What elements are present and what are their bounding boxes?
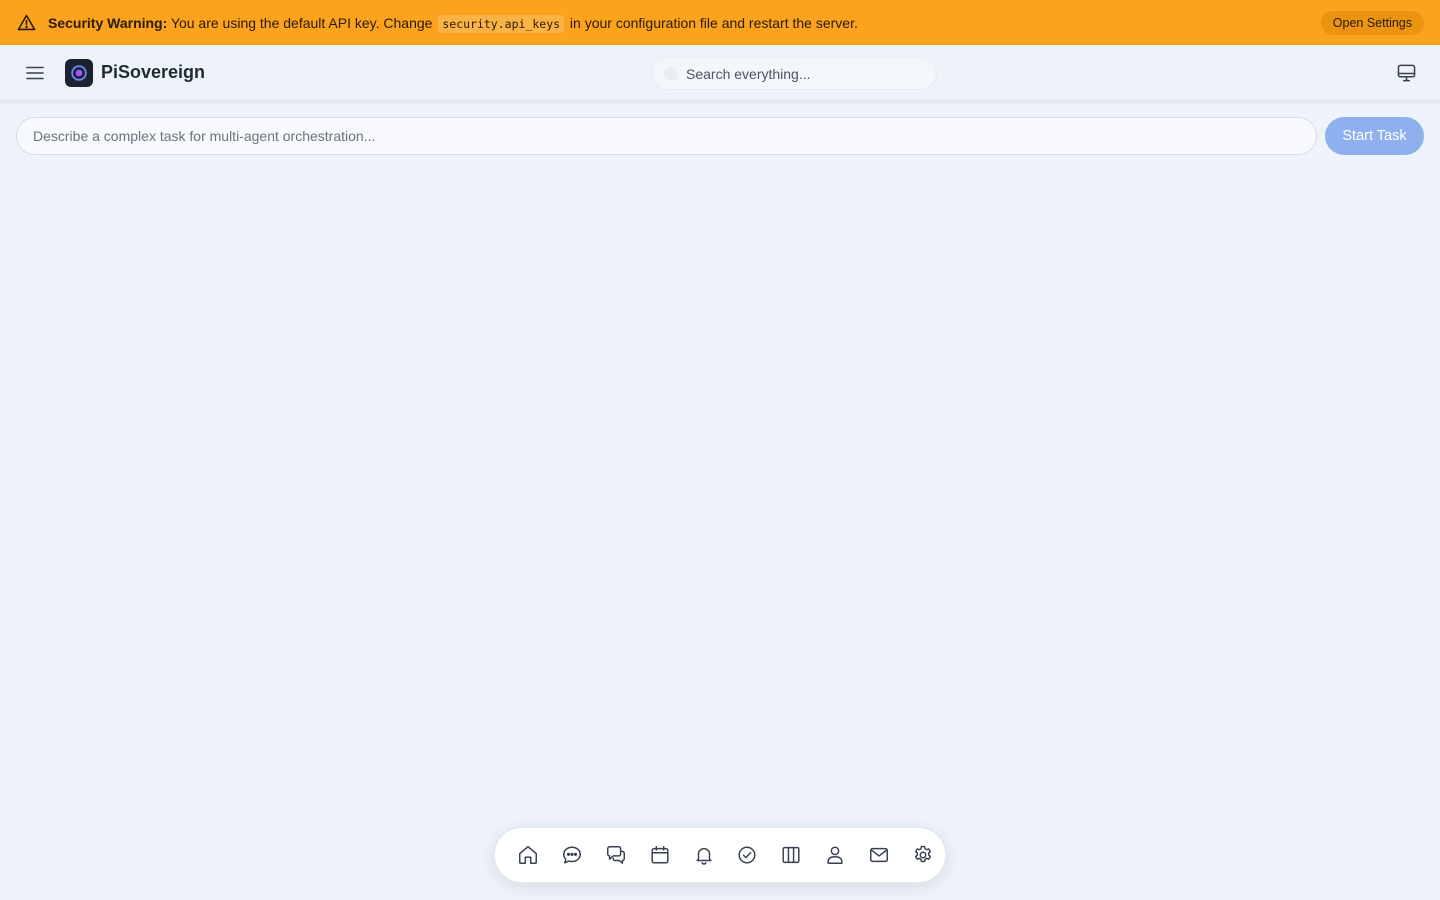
dock-settings[interactable]	[901, 833, 945, 877]
bell-icon	[695, 847, 712, 865]
dock-profile[interactable]	[813, 833, 857, 877]
mail-icon	[870, 847, 889, 863]
bottom-dock	[494, 827, 946, 883]
warning-title: Security Warning:	[48, 14, 168, 31]
brand-name: PiSovereign	[101, 62, 206, 82]
columns-icon	[782, 846, 800, 864]
gear-icon	[915, 845, 932, 863]
calendar-icon	[651, 846, 669, 864]
monitor-icon	[1397, 64, 1415, 82]
check-circle-icon	[738, 846, 757, 864]
app-logo	[65, 58, 93, 87]
dock-conversations[interactable]	[594, 833, 638, 877]
display-mode-button[interactable]	[1394, 61, 1418, 85]
chat-icon	[562, 846, 581, 864]
config-key-code: security.api_keys	[438, 14, 565, 33]
dock-mail[interactable]	[857, 833, 901, 877]
dock-home[interactable]	[506, 833, 550, 877]
warning-message: Security Warning: You are using the defa…	[48, 14, 1321, 33]
warning-text-after: in your configuration file and restart t…	[566, 14, 858, 31]
warning-text-before: You are using the default API key. Chang…	[167, 14, 437, 31]
dock-notifications[interactable]	[682, 833, 726, 877]
start-task-button[interactable]: Start Task	[1325, 117, 1424, 155]
home-icon	[518, 846, 537, 864]
warning-triangle-icon	[16, 13, 36, 33]
logo-icon	[71, 64, 87, 81]
open-settings-button[interactable]: Open Settings	[1320, 10, 1424, 35]
menu-button[interactable]	[16, 54, 54, 92]
top-header: PiSovereign	[0, 45, 1440, 101]
dock-tasks[interactable]	[726, 833, 770, 877]
search-input[interactable]	[686, 65, 926, 82]
task-description-input[interactable]	[16, 117, 1317, 155]
user-icon	[827, 846, 843, 864]
dock-calendar[interactable]	[638, 833, 682, 877]
hamburger-icon	[26, 66, 44, 79]
security-warning-banner: Security Warning: You are using the defa…	[0, 0, 1440, 45]
global-search[interactable]	[651, 57, 937, 90]
search-icon	[664, 66, 678, 81]
dock-board[interactable]	[769, 833, 813, 877]
conversations-icon	[606, 846, 625, 864]
dock-chat[interactable]	[550, 833, 594, 877]
